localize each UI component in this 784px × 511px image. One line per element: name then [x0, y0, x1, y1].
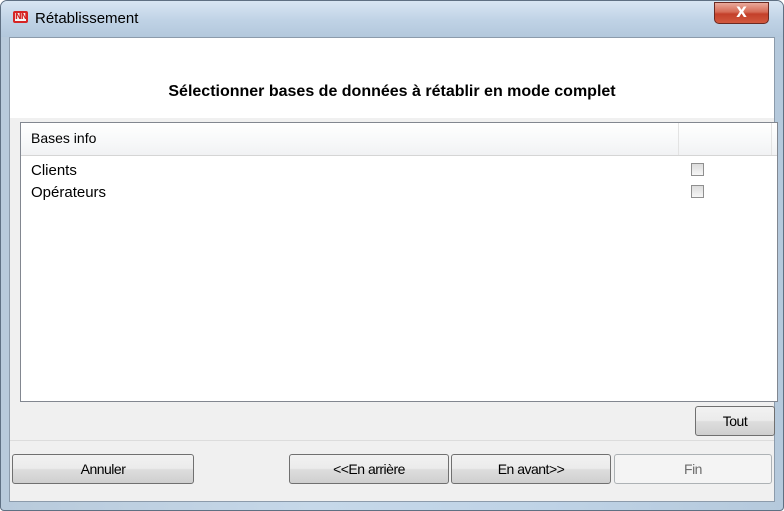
select-all-button[interactable]: Tout [695, 406, 775, 436]
header-panel: Sélectionner bases de données à rétablir… [10, 38, 774, 118]
select-checkbox[interactable] [691, 185, 704, 198]
dialog-content: Sélectionner bases de données à rétablir… [9, 37, 778, 502]
list-item-label: Opérateurs [31, 184, 107, 201]
page-title: Sélectionner bases de données à rétablir… [168, 83, 616, 100]
finish-button[interactable]: Fin [614, 454, 772, 484]
list-header: Bases info [21, 123, 777, 156]
list-item[interactable]: Clients [21, 159, 777, 181]
list-item[interactable]: Opérateurs [21, 181, 777, 203]
dialog-window: NN Rétablissement X Sélectionner bases d… [0, 0, 784, 511]
database-list[interactable]: Bases info Clients Opérateurs [20, 122, 778, 402]
close-button[interactable]: X [714, 2, 769, 24]
title-bar: NN Rétablissement X [1, 1, 783, 37]
app-logo-icon: NN [13, 11, 28, 23]
next-button[interactable]: En avant>> [451, 454, 611, 484]
footer-divider [10, 440, 774, 441]
close-icon: X [736, 5, 747, 21]
back-button[interactable]: <<En arrière [289, 454, 449, 484]
list-item-label: Clients [31, 162, 77, 179]
column-header-select[interactable] [679, 123, 772, 155]
select-checkbox[interactable] [691, 163, 704, 176]
cancel-button[interactable]: Annuler [12, 454, 194, 484]
column-header-bases-info[interactable]: Bases info [21, 123, 679, 155]
window-title: Rétablissement [35, 10, 139, 27]
